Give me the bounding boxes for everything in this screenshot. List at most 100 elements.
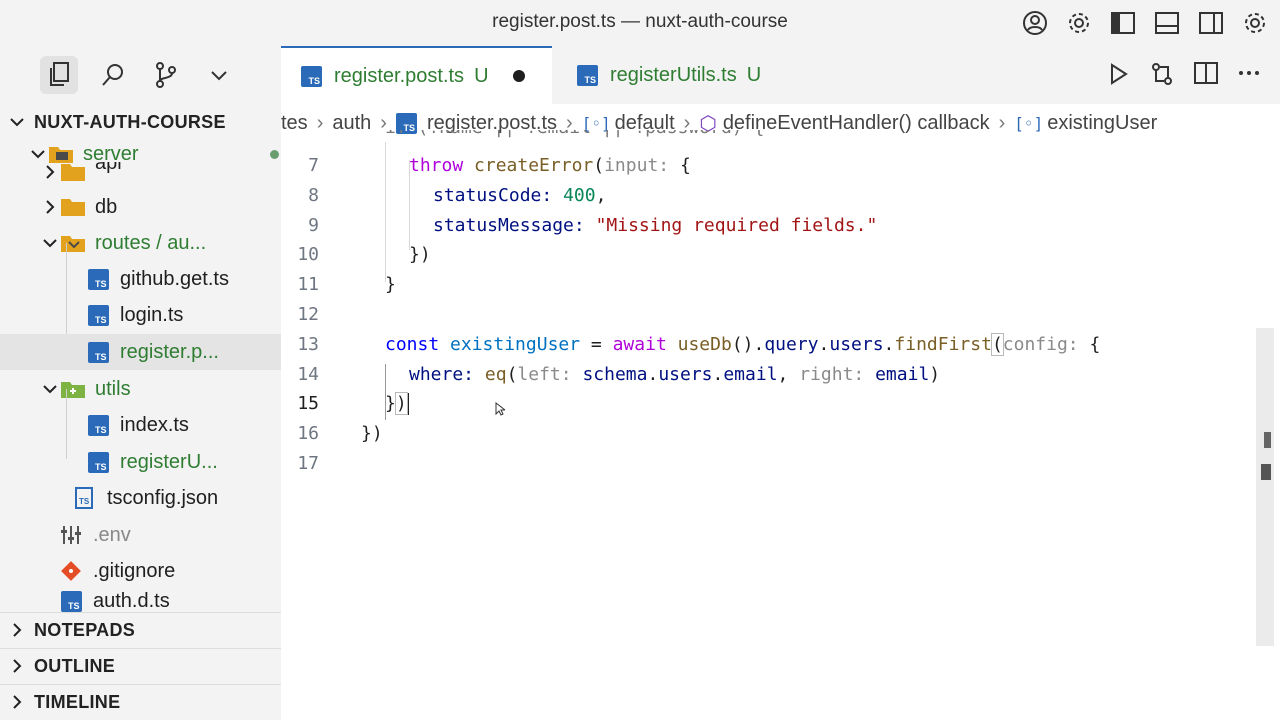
indent-guide bbox=[385, 142, 386, 282]
sidebar-toolbar bbox=[0, 46, 281, 104]
breadcrumb-item[interactable]: [◦] existingUser bbox=[1014, 112, 1157, 135]
mouse-pointer-icon bbox=[495, 400, 507, 421]
tree-label: utils bbox=[95, 377, 131, 400]
explorer-sidebar: NUXT-AUTH-COURSE server api db routes / … bbox=[0, 46, 281, 720]
typescript-file-icon: TS bbox=[85, 341, 111, 363]
tree-folder-db[interactable]: db bbox=[0, 189, 281, 225]
tree-folder-routes-auth[interactable]: routes / au... bbox=[0, 225, 281, 261]
tree-label: register.p... bbox=[120, 340, 219, 363]
symbol-variable-icon: [◦] bbox=[1014, 113, 1044, 133]
modified-dot bbox=[270, 149, 279, 159]
split-editor-icon[interactable] bbox=[1194, 62, 1218, 91]
tree-file-auth-d[interactable]: TS auth.d.ts bbox=[0, 590, 281, 612]
tree-label: index.ts bbox=[120, 413, 189, 436]
vertical-scrollbar[interactable] bbox=[1256, 328, 1274, 646]
account-icon[interactable] bbox=[1020, 8, 1050, 38]
tree-file-index[interactable]: TS index.ts bbox=[0, 407, 281, 443]
untracked-badge: U bbox=[746, 63, 762, 86]
typescript-file-icon: TS bbox=[85, 304, 111, 326]
title-bar: register.post.ts — nuxt-auth-course bbox=[0, 0, 1280, 46]
tree-folder-api[interactable]: api bbox=[0, 162, 281, 182]
tree-label: .env bbox=[93, 523, 131, 546]
typescript-file-icon: TS bbox=[577, 64, 598, 86]
env-settings-icon bbox=[58, 524, 84, 546]
tree-label: login.ts bbox=[120, 303, 184, 326]
chevron-down-icon bbox=[40, 238, 60, 248]
tree-label: db bbox=[95, 195, 118, 218]
line-number: 17 bbox=[297, 453, 319, 474]
chevron-right-icon bbox=[40, 200, 60, 214]
code-line-partial: if (!name || !email || !password) { bbox=[385, 130, 764, 142]
untracked-badge: U bbox=[474, 64, 489, 87]
tree-label: tsconfig.json bbox=[107, 486, 219, 509]
typescript-file-icon: TS bbox=[85, 414, 111, 436]
code-editor[interactable]: if (!name || !email || !password) { 7 8 … bbox=[281, 130, 1280, 720]
toggle-primary-sidebar-icon[interactable] bbox=[1108, 8, 1138, 38]
tree-file-register-utils[interactable]: TS registerU... U bbox=[0, 444, 281, 480]
folder-icon bbox=[60, 162, 86, 182]
scrollbar-marker bbox=[1261, 464, 1271, 480]
line-number: 9 bbox=[308, 215, 319, 236]
tree-folder-utils[interactable]: utils bbox=[0, 371, 281, 407]
editor-area: TS register.post.ts U TS registerUtils.t… bbox=[281, 46, 1280, 720]
chevron-down-icon bbox=[28, 149, 48, 159]
git-icon bbox=[58, 560, 84, 582]
tree-file-github-get[interactable]: TS github.get.ts bbox=[0, 261, 281, 297]
tree-file-env[interactable]: .env ⊘ bbox=[0, 517, 281, 553]
tree-file-tsconfig[interactable]: TS tsconfig.json bbox=[0, 480, 281, 516]
code-line-current: }) bbox=[385, 392, 409, 415]
search-icon[interactable] bbox=[94, 56, 132, 94]
tree-label: github.get.ts bbox=[120, 267, 229, 290]
chevron-right-icon bbox=[0, 623, 34, 637]
tab-label: register.post.ts bbox=[334, 64, 465, 87]
chevron-down-icon bbox=[40, 384, 60, 394]
editor-tabs: TS register.post.ts U TS registerUtils.t… bbox=[281, 46, 1280, 104]
file-tree: server api db routes / au... TS github.g… bbox=[0, 140, 281, 612]
notepads-section-header[interactable]: NOTEPADS bbox=[0, 612, 281, 647]
breadcrumb-item[interactable]: tes bbox=[281, 112, 308, 135]
tree-file-login[interactable]: TS login.ts bbox=[0, 297, 281, 333]
settings-gear-icon[interactable] bbox=[1064, 8, 1094, 38]
explorer-files-icon[interactable] bbox=[40, 56, 78, 94]
typescript-file-icon: TS bbox=[301, 65, 322, 87]
customize-layout-icon[interactable] bbox=[1240, 8, 1270, 38]
unsaved-dot-icon[interactable] bbox=[512, 70, 525, 82]
tree-label: api bbox=[95, 162, 122, 174]
tree-label: .gitignore bbox=[93, 559, 176, 582]
timeline-section-header[interactable]: TIMELINE bbox=[0, 684, 281, 719]
chevron-right-icon bbox=[0, 695, 34, 709]
chevron-right-icon bbox=[40, 165, 60, 179]
code-line: } bbox=[385, 274, 396, 295]
compare-changes-icon[interactable] bbox=[1150, 62, 1174, 91]
line-number: 8 bbox=[308, 185, 319, 206]
chevron-right-icon bbox=[0, 659, 34, 673]
tsconfig-file-icon: TS bbox=[72, 487, 98, 509]
tab-register-utils[interactable]: TS registerUtils.ts U bbox=[557, 46, 797, 104]
breadcrumb-item[interactable]: auth bbox=[332, 112, 371, 135]
code-line: }) bbox=[361, 423, 383, 444]
editor-actions bbox=[1108, 62, 1260, 91]
explorer-section-header[interactable]: NUXT-AUTH-COURSE bbox=[0, 105, 281, 139]
section-title: OUTLINE bbox=[34, 655, 116, 676]
tree-file-gitignore[interactable]: .gitignore bbox=[0, 553, 281, 589]
outline-section-header[interactable]: OUTLINE bbox=[0, 648, 281, 683]
chevron-down-icon bbox=[0, 117, 34, 127]
project-name: NUXT-AUTH-COURSE bbox=[34, 111, 226, 132]
line-number: 12 bbox=[297, 304, 319, 325]
line-number: 7 bbox=[308, 155, 319, 176]
tab-label: registerUtils.ts bbox=[610, 63, 737, 86]
line-number: 10 bbox=[297, 244, 319, 265]
scrollbar-marker bbox=[1264, 432, 1271, 448]
folder-utils-icon bbox=[60, 378, 86, 400]
tab-register-post[interactable]: TS register.post.ts U bbox=[281, 46, 552, 104]
tree-file-register-post[interactable]: TS register.p... U bbox=[0, 334, 281, 370]
source-control-icon[interactable] bbox=[147, 56, 185, 94]
toggle-panel-icon[interactable] bbox=[1152, 8, 1182, 38]
toggle-secondary-sidebar-icon[interactable] bbox=[1196, 8, 1226, 38]
code-line: }) bbox=[409, 244, 431, 265]
chevron-down-icon[interactable] bbox=[200, 56, 238, 94]
more-actions-icon[interactable] bbox=[1238, 62, 1260, 91]
text-cursor bbox=[406, 393, 409, 415]
run-icon[interactable] bbox=[1108, 62, 1130, 91]
code-line: throw createError(input: { bbox=[409, 155, 691, 176]
